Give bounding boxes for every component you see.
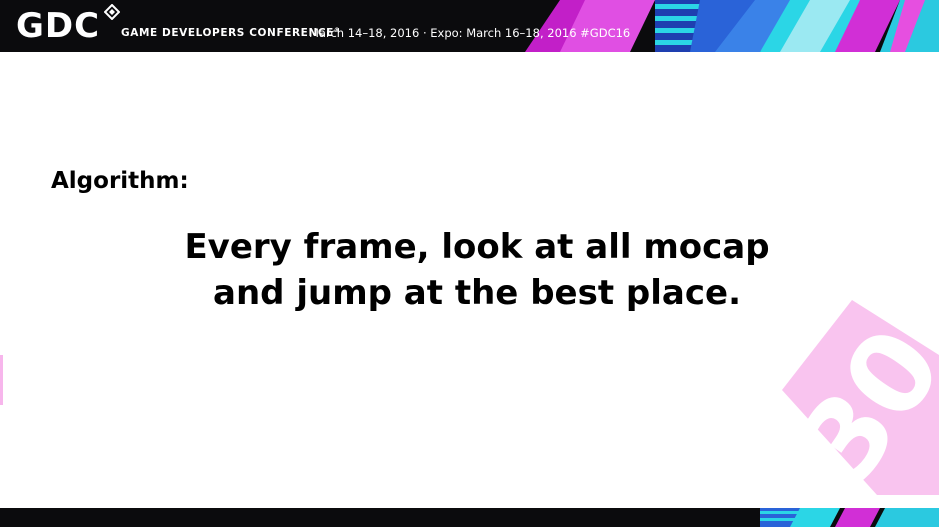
gdc-30-watermark: 30 [782, 300, 939, 495]
statement-line-2: and jump at the best place. [213, 273, 741, 313]
left-edge-accent [0, 355, 3, 405]
header-bar: GDC GAME DEVELOPERS CONFERENCE® March 14… [0, 0, 939, 52]
main-statement: Every frame, look at all mocap and jump … [100, 224, 854, 316]
algorithm-label: Algorithm: [51, 168, 189, 194]
conference-dates: March 14–18, 2016 · Expo: March 16–18, 2… [309, 26, 631, 40]
gdc-logo: GDC [16, 6, 101, 46]
footer-bar [0, 508, 939, 527]
conference-name: GAME DEVELOPERS CONFERENCE® [121, 27, 341, 39]
conference-name-text: GAME DEVELOPERS CONFERENCE [121, 27, 334, 39]
footer-stripes-decoration [0, 508, 939, 527]
statement-line-1: Every frame, look at all mocap [184, 227, 770, 267]
gdc-logo-mark-icon [104, 4, 120, 20]
